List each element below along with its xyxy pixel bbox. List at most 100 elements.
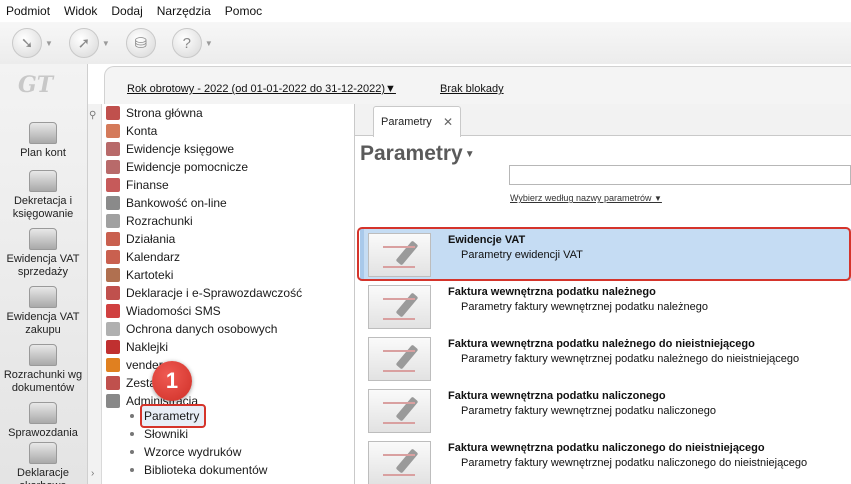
tree-subitem-label: Parametry — [144, 409, 200, 423]
chevron-down-icon[interactable]: ▼ — [102, 39, 110, 48]
forward-button[interactable]: ➚ ▼ — [68, 28, 110, 58]
info-row: Rok obrotowy - 2022 (od 01-01-2022 do 31… — [104, 66, 851, 104]
tree-node[interactable]: Kalendarz — [106, 248, 180, 266]
tree-node[interactable]: Kartoteki — [106, 266, 173, 284]
tree-node-icon — [106, 160, 120, 174]
rail-deklaracje[interactable]: Deklaracje skarbowe — [0, 442, 86, 484]
parameter-row[interactable]: Faktura wewnętrzna podatku należnego do … — [360, 333, 851, 385]
coins-icon: ⛁ — [125, 28, 156, 58]
filter-by-name-link[interactable]: Wybierz według nazwy parametrów ▼ — [510, 193, 662, 203]
tree-node-icon — [106, 286, 120, 300]
rail-sprawozdania[interactable]: Sprawozdania — [0, 402, 86, 440]
parameter-description: Parametry faktury wewnętrznej podatku na… — [461, 405, 716, 417]
tree-node[interactable]: Ochrona danych osobowych — [106, 320, 277, 338]
tree-subitem[interactable]: Parametry — [130, 407, 199, 425]
menu-pomoc[interactable]: Pomoc — [225, 4, 262, 18]
parameter-row[interactable]: Faktura wewnętrzna podatku naliczonego Pa… — [360, 385, 851, 437]
tree-node[interactable]: Konta — [106, 122, 157, 140]
tree-node-label: Finanse — [126, 178, 169, 192]
tree-node[interactable]: Naklejki — [106, 338, 168, 356]
tree-node[interactable]: Deklaracje i e-Sprawozdawczość — [106, 284, 302, 302]
tree-node-icon — [106, 376, 120, 390]
rail-label: Rozrachunki wg dokumentów — [3, 369, 83, 394]
tree-node-label: Kalendarz — [126, 250, 181, 264]
tree-node-label: Rozrachunki — [126, 214, 193, 228]
tree-subitem-label: Wzorce wydruków — [144, 445, 242, 459]
tree-subitem[interactable]: Biblioteka dokumentów — [130, 461, 267, 479]
tree-node-label: Naklejki — [126, 340, 169, 354]
parameter-document-icon — [368, 285, 431, 329]
tree-node[interactable]: Strona główna — [106, 104, 203, 122]
tree-node[interactable]: Działania — [106, 230, 175, 248]
highlight-ewidencje-vat — [357, 227, 851, 281]
parameter-title: Faktura wewnętrzna podatku należnego — [448, 286, 656, 298]
rail-vat-sprzedazy[interactable]: Ewidencja VAT sprzedaży — [0, 228, 86, 279]
coins-button[interactable]: ⛁ — [125, 28, 156, 58]
chevron-down-icon[interactable]: ▼ — [45, 39, 53, 48]
parameter-description: Parametry faktury wewnętrznej podatku na… — [461, 353, 800, 365]
rail-label: Sprawozdania — [8, 427, 78, 439]
plan-kont-icon — [29, 122, 57, 144]
tree-node-label: Ewidencje księgowe — [126, 142, 235, 156]
tab-parametry[interactable]: Parametry ✕ — [373, 106, 461, 137]
parameter-row[interactable]: Faktura wewnętrzna podatku należnego Para… — [360, 281, 851, 333]
menu-narzedzia[interactable]: Narzędzia — [157, 4, 211, 18]
parameter-row[interactable]: Faktura wewnętrzna podatku naliczonego d… — [360, 437, 851, 484]
tree-subitem-label: Słowniki — [144, 427, 189, 441]
rozrachunki-icon — [29, 344, 57, 366]
menu-podmiot[interactable]: Podmiot — [6, 4, 50, 18]
tree-node-icon — [106, 394, 120, 408]
tree-node-icon — [106, 106, 120, 120]
tree-node-label: Wiadomości SMS — [126, 304, 221, 318]
back-button[interactable]: ➘ ▼ — [12, 28, 53, 58]
menu-widok[interactable]: Widok — [64, 4, 97, 18]
parameter-title: Faktura wewnętrzna podatku naliczonego — [448, 390, 666, 402]
tree-node[interactable]: Finanse — [106, 176, 169, 194]
menu-bar: Podmiot Widok Dodaj Narzędzia Pomoc — [0, 0, 851, 22]
step-badge-1: 1 — [152, 361, 192, 401]
deklaracje-icon — [29, 442, 57, 464]
parameter-document-icon — [368, 389, 431, 433]
rail-plan-kont[interactable]: Plan kont — [0, 122, 86, 160]
rail-rozrachunki[interactable]: Rozrachunki wg dokumentów — [0, 344, 86, 395]
tree-subitem-label: Biblioteka dokumentów — [144, 463, 268, 477]
tree-node-label: Ochrona danych osobowych — [126, 322, 278, 336]
rail-vat-zakupu[interactable]: Ewidencja VAT zakupu — [0, 286, 86, 337]
tree-node[interactable]: Rozrachunki — [106, 212, 193, 230]
help-button[interactable]: ? ▼ — [171, 28, 213, 58]
back-arrow-icon: ➘ — [12, 28, 42, 58]
tree-node-icon — [106, 304, 120, 318]
filter-link-label: Wybierz według nazwy parametrów — [510, 193, 652, 203]
tree-node-icon — [106, 268, 120, 282]
tree-subitem[interactable]: Słowniki — [130, 425, 188, 443]
tree-node[interactable]: Ewidencje księgowe — [106, 140, 234, 158]
page-title[interactable]: Parametry ▼ — [360, 142, 475, 166]
rail-dekretacja[interactable]: Dekretacja i księgowanie — [0, 170, 86, 221]
help-icon: ? — [171, 28, 202, 58]
gt-logo: GT — [18, 72, 54, 98]
tree-node[interactable]: Wiadomości SMS — [106, 302, 221, 320]
pin-icon[interactable]: ⚲ — [89, 110, 96, 121]
parameter-title: Faktura wewnętrzna podatku naliczonego d… — [448, 442, 765, 454]
page-title-text: Parametry — [360, 142, 463, 165]
lock-status-link[interactable]: Brak blokady — [440, 83, 504, 95]
tree-node-label: Ewidencje pomocnicze — [126, 160, 249, 174]
chevron-down-icon: ▼ — [464, 149, 475, 160]
rail-label: Dekretacja i księgowanie — [12, 195, 74, 220]
fiscal-year-selector[interactable]: Rok obrotowy - 2022 (od 01-01-2022 do 31… — [127, 83, 396, 95]
chevron-down-icon[interactable]: ▼ — [205, 39, 213, 48]
tree-node-label: Bankowość on-line — [126, 196, 227, 210]
bullet-icon — [130, 432, 134, 436]
tree-node-icon — [106, 124, 120, 138]
tree-subitem[interactable]: Wzorce wydruków — [130, 443, 241, 461]
tree-node-icon — [106, 196, 120, 210]
bullet-icon — [130, 468, 134, 472]
close-icon[interactable]: ✕ — [443, 115, 453, 129]
chevron-right-icon[interactable]: › — [91, 468, 94, 479]
tree-node[interactable]: Ewidencje pomocnicze — [106, 158, 248, 176]
tree-node-label: Działania — [126, 232, 176, 246]
menu-dodaj[interactable]: Dodaj — [111, 4, 142, 18]
tree-node[interactable]: Bankowość on-line — [106, 194, 227, 212]
parameter-filter-input[interactable] — [509, 165, 851, 185]
tab-strip: Parametry ✕ — [355, 104, 851, 137]
